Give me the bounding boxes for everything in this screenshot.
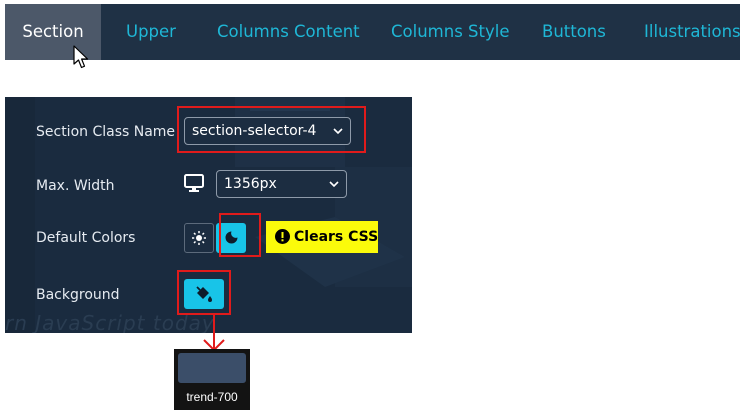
swatch-label: trend-700 [186, 390, 238, 404]
mouse-cursor-icon [73, 45, 89, 69]
tab-columns-content[interactable]: Columns Content [217, 4, 360, 60]
highlight-section-class [177, 106, 366, 153]
tab-buttons[interactable]: Buttons [542, 4, 606, 60]
background-label: Background [36, 287, 120, 303]
highlight-dark-mode [219, 213, 261, 257]
tab-columns-style[interactable]: Columns Style [391, 4, 509, 60]
light-mode-button[interactable] [184, 223, 214, 253]
color-swatch[interactable] [178, 353, 246, 383]
highlight-background [177, 270, 231, 315]
max-width-label: Max. Width [36, 178, 115, 194]
color-swatch-card[interactable]: trend-700 [174, 349, 250, 410]
sun-icon [192, 231, 206, 245]
clears-css-warning: Clears CSS [266, 221, 378, 253]
chevron-down-icon [329, 181, 339, 188]
tab-bar: Section Upper Columns Content Columns St… [5, 4, 741, 60]
exclamation-circle-icon [275, 229, 290, 244]
arrow-down-icon [203, 315, 225, 352]
max-width-value: 1356px [224, 176, 277, 192]
tab-illustrations[interactable]: Illustrations [644, 4, 741, 60]
section-settings-panel: rn JavaScript today Section Class Name s… [5, 97, 412, 333]
max-width-select[interactable]: 1356px [216, 170, 347, 198]
default-colors-label: Default Colors [36, 230, 136, 246]
clears-css-text: Clears CSS [294, 229, 379, 245]
tab-upper[interactable]: Upper [126, 4, 176, 60]
section-class-label: Section Class Name [36, 124, 176, 140]
monitor-icon[interactable] [184, 174, 204, 193]
